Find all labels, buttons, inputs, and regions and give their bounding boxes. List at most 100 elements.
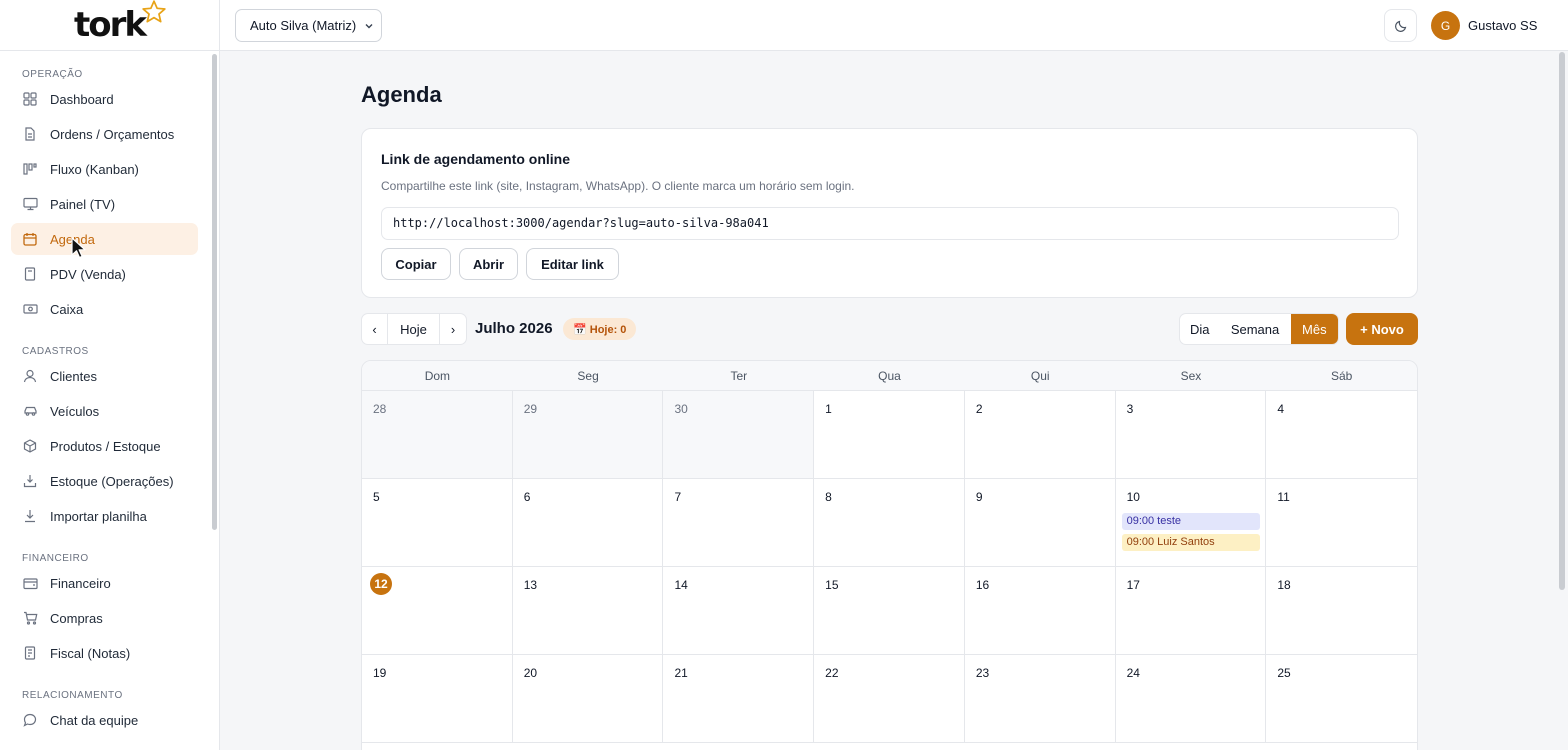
section-financeiro: FINANCEIRO bbox=[22, 553, 89, 564]
sidebar-item-fiscal[interactable]: Fiscal (Notas) bbox=[11, 637, 198, 669]
view-day-button[interactable]: Dia bbox=[1180, 314, 1220, 344]
booking-link-title: Link de agendamento online bbox=[381, 151, 571, 167]
user-menu[interactable]: G Gustavo SS bbox=[1431, 11, 1537, 40]
invoice-icon bbox=[22, 645, 38, 661]
day-number: 25 bbox=[1277, 666, 1291, 680]
page-scrollbar[interactable] bbox=[1559, 52, 1565, 590]
logo-area: tork bbox=[0, 0, 219, 51]
calendar-day[interactable]: 13 bbox=[513, 567, 664, 654]
sidebar-item-label: Dashboard bbox=[50, 91, 114, 107]
avatar: G bbox=[1431, 11, 1460, 40]
prev-month-button[interactable]: ‹ bbox=[362, 314, 388, 344]
today-button[interactable]: Hoje bbox=[388, 314, 440, 344]
day-number: 23 bbox=[975, 666, 990, 680]
user-name: Gustavo SS bbox=[1468, 18, 1538, 33]
sidebar-item-label: Painel (TV) bbox=[50, 196, 116, 212]
calendar-day[interactable]: 11 bbox=[1266, 479, 1417, 566]
day-number: 5 bbox=[373, 490, 380, 504]
day-number: 14 bbox=[674, 578, 688, 592]
calendar-day-today[interactable]: 12 bbox=[362, 567, 513, 654]
weekday-label: Seg bbox=[577, 368, 599, 383]
view-month-button[interactable]: Mês bbox=[1290, 314, 1338, 344]
calendar-day[interactable]: 14 bbox=[663, 567, 815, 654]
calendar-day[interactable]: 4 bbox=[1266, 391, 1417, 478]
calendar-day[interactable]: 16 bbox=[965, 567, 1116, 654]
sidebar-item-chat[interactable]: Chat da equipe bbox=[11, 704, 198, 736]
copy-button[interactable]: Copiar bbox=[381, 248, 451, 280]
sidebar-item-label: Caixa bbox=[50, 301, 84, 317]
weekday-label: Ter bbox=[730, 368, 748, 383]
calendar-day[interactable]: 22 bbox=[814, 655, 965, 742]
calendar-icon bbox=[22, 231, 38, 247]
day-number: 11 bbox=[1277, 490, 1290, 504]
calendar-day[interactable]: 7 bbox=[663, 479, 815, 566]
calendar-day[interactable]: 17 bbox=[1116, 567, 1267, 654]
calendar-day[interactable]: 24 bbox=[1116, 655, 1267, 742]
calendar-event[interactable]: 09:00 teste bbox=[1121, 513, 1260, 530]
sidebar-item-veiculos[interactable]: Veículos bbox=[11, 395, 198, 427]
sidebar-item-ordens[interactable]: Ordens / Orçamentos bbox=[11, 118, 198, 150]
month-calendar: Dom Seg Ter Qua Qui Sex Sáb 28 29 30 1 2… bbox=[361, 360, 1418, 750]
day-number: 30 bbox=[674, 402, 688, 416]
weekday-label: Qui bbox=[1030, 368, 1050, 383]
sidebar-item-importar[interactable]: Importar planilha bbox=[11, 500, 198, 532]
sidebar-item-painel[interactable]: Painel (TV) bbox=[11, 188, 198, 220]
sidebar-item-financeiro[interactable]: Financeiro bbox=[11, 567, 198, 599]
sidebar-item-fluxo[interactable]: Fluxo (Kanban) bbox=[11, 153, 198, 185]
calendar-day[interactable]: 21 bbox=[663, 655, 815, 742]
booking-link-card: Link de agendamento online Compartilhe e… bbox=[361, 128, 1418, 298]
day-number: 13 bbox=[523, 578, 538, 592]
sidebar-item-agenda[interactable]: Agenda bbox=[11, 223, 198, 255]
calendar-day[interactable]: 15 bbox=[814, 567, 965, 654]
sidebar-scrollbar[interactable] bbox=[212, 54, 217, 530]
sidebar-item-label: Fiscal (Notas) bbox=[50, 645, 131, 661]
sidebar-item-estoque-operacoes[interactable]: Estoque (Operações) bbox=[11, 465, 198, 497]
calendar-event[interactable]: 09:00 Luiz Santos bbox=[1121, 534, 1260, 551]
theme-toggle-button[interactable] bbox=[1384, 9, 1417, 42]
new-appointment-button[interactable]: + Novo bbox=[1346, 313, 1418, 345]
sidebar-item-produtos[interactable]: Produtos / Estoque bbox=[11, 430, 198, 462]
weekday-label: Qua bbox=[878, 368, 901, 383]
open-button[interactable]: Abrir bbox=[459, 248, 518, 280]
calendar-day[interactable]: 8 bbox=[814, 479, 965, 566]
grid-icon bbox=[22, 91, 38, 107]
sidebar-item-caixa[interactable]: Caixa bbox=[11, 293, 198, 325]
calendar-day[interactable]: 6 bbox=[513, 479, 664, 566]
calendar-day[interactable]: 29 bbox=[512, 391, 664, 478]
section-operacao: OPERAÇÃO bbox=[22, 69, 83, 80]
calendar-day[interactable]: 3 bbox=[1116, 391, 1267, 478]
company-select[interactable]: Auto Silva (Matriz) bbox=[235, 9, 382, 42]
view-week-button[interactable]: Semana bbox=[1220, 314, 1291, 344]
calendar-day[interactable]: 10 09:00 teste 09:00 Luiz Santos bbox=[1116, 479, 1267, 566]
calendar-day[interactable]: 28 bbox=[362, 391, 513, 478]
day-number: 4 bbox=[1277, 402, 1284, 416]
calendar-nav-group: ‹ Hoje › bbox=[361, 313, 467, 345]
booking-link-input[interactable]: http://localhost:3000/agendar?slug=auto-… bbox=[381, 207, 1399, 240]
calendar-day[interactable]: 1 bbox=[814, 391, 965, 478]
calendar-day[interactable]: 5 bbox=[362, 479, 513, 566]
page-title: Agenda bbox=[361, 82, 442, 107]
calendar-day[interactable]: 20 bbox=[513, 655, 664, 742]
calendar-day[interactable]: 30 bbox=[663, 391, 815, 478]
section-relacionamento: RELACIONAMENTO bbox=[22, 690, 123, 701]
day-number: 3 bbox=[1126, 402, 1134, 416]
calendar-day[interactable]: 9 bbox=[965, 479, 1116, 566]
cash-icon bbox=[22, 301, 38, 317]
sidebar-item-pdv[interactable]: PDV (Venda) bbox=[11, 258, 198, 290]
calendar-day[interactable]: 19 bbox=[362, 655, 513, 742]
sidebar-item-compras[interactable]: Compras bbox=[11, 602, 198, 634]
calendar-day[interactable]: 18 bbox=[1266, 567, 1417, 654]
edit-link-button[interactable]: Editar link bbox=[526, 248, 619, 280]
today-count-badge: 📅 Hoje: 0 bbox=[563, 318, 637, 340]
sidebar-item-dashboard[interactable]: Dashboard bbox=[11, 83, 198, 115]
calendar-day[interactable]: 23 bbox=[965, 655, 1116, 742]
next-month-button[interactable]: › bbox=[440, 314, 466, 344]
logo[interactable]: tork bbox=[74, 0, 166, 45]
calendar-day[interactable]: 25 bbox=[1266, 655, 1417, 742]
sidebar-item-label: Ordens / Orçamentos bbox=[50, 126, 175, 142]
star-icon bbox=[142, 0, 166, 23]
day-number: 8 bbox=[825, 490, 832, 504]
sidebar-item-clientes[interactable]: Clientes bbox=[11, 360, 198, 392]
calendar-day[interactable]: 2 bbox=[965, 391, 1116, 478]
day-number: 24 bbox=[1126, 666, 1140, 680]
